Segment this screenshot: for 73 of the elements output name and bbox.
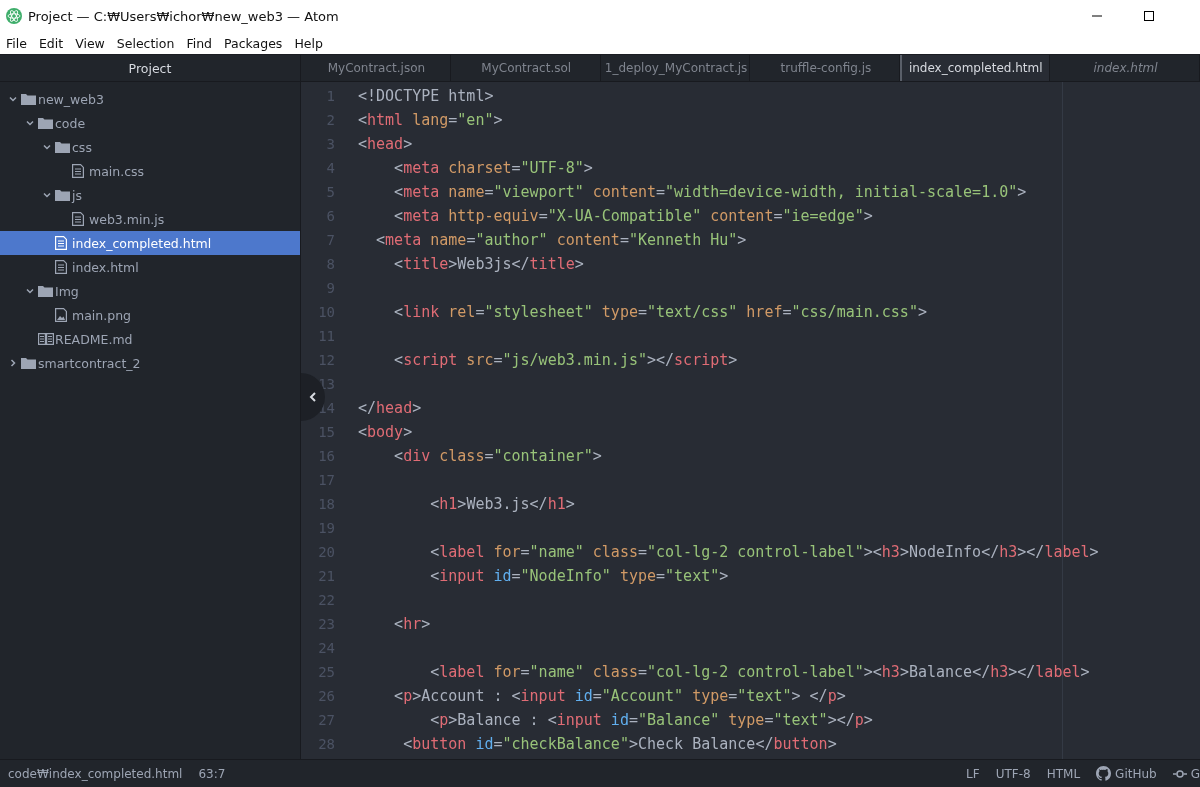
tree-item[interactable]: js: [0, 183, 300, 207]
code-line: </head>: [358, 398, 423, 419]
code-line: <head>: [358, 134, 414, 155]
menu-item[interactable]: Selection: [110, 35, 181, 51]
folder-icon: [21, 93, 36, 105]
file-icon: [72, 212, 84, 226]
folder-icon: [21, 357, 36, 369]
chevron-down-icon[interactable]: [41, 190, 52, 200]
tree-item[interactable]: README.md: [0, 327, 300, 351]
tree-item[interactable]: css: [0, 135, 300, 159]
tree-item[interactable]: index_completed.html: [0, 231, 300, 255]
octocat-icon: [1096, 766, 1112, 781]
editor-tab[interactable]: index_completed.html: [900, 55, 1051, 81]
code-line: <hr>: [393, 614, 432, 635]
menu-item[interactable]: View: [69, 35, 111, 51]
tree-item[interactable]: web3.min.js: [0, 207, 300, 231]
code-line: <meta http-equiv="X-UA-Compatible" content="ie=edge">: [393, 206, 874, 227]
folder-icon: [38, 285, 53, 297]
code-line: <input id="NodeInfo" type="text">: [429, 566, 730, 587]
file-icon: [72, 164, 84, 178]
code-line: <meta name="author" content="Kenneth Hu">: [375, 230, 748, 251]
menu-item[interactable]: Find: [180, 35, 219, 51]
code-line: <p>Account : <input id="Account" type="text"> </p>: [393, 686, 847, 707]
code-line: <button id="checkBalance">Check Balance</button>: [402, 734, 838, 755]
github-button[interactable]: GitHub: [1096, 766, 1157, 781]
menu-item[interactable]: Edit: [32, 35, 70, 51]
code-line: <meta charset="UTF-8">: [393, 158, 594, 179]
book-icon: [38, 333, 54, 345]
file-icon: [55, 260, 67, 274]
git-label: G: [1190, 766, 1200, 781]
file-icon: [55, 236, 67, 250]
github-label: GitHub: [1115, 766, 1157, 781]
code-line: <meta name="viewport" content="width=device-width, initial-scale=1.0">: [393, 182, 1028, 203]
chevron-down-icon[interactable]: [24, 118, 35, 128]
code-line: <title>Web3js</title>: [393, 254, 585, 275]
chevron-down-icon[interactable]: [7, 94, 18, 104]
menu-item[interactable]: Packages: [218, 35, 289, 51]
maximize-icon: [1143, 10, 1155, 22]
git-button[interactable]: G: [1172, 766, 1200, 781]
code-line: <html lang="en">: [358, 110, 504, 131]
encoding[interactable]: UTF-8: [995, 766, 1031, 781]
code-line: <p>Balance : <input id="Balance" type="text"></p>: [429, 710, 874, 731]
image-file-icon: [55, 308, 67, 322]
tree-item[interactable]: code: [0, 111, 300, 135]
window-title: Project — C:₩Users₩ichor₩new_web3 — Atom: [28, 8, 340, 24]
chevron-down-icon[interactable]: [24, 286, 35, 296]
atom-logo-icon: [6, 8, 22, 24]
code-line: <body>: [358, 422, 414, 443]
folder-icon: [38, 117, 53, 129]
cursor-position[interactable]: 63:7: [198, 766, 226, 781]
code-line: <!DOCTYPE html>: [358, 86, 495, 107]
line-ending[interactable]: LF: [966, 766, 980, 781]
code-line: <script src="js/web3.min.js"></script>: [393, 350, 739, 371]
git-commit-icon: [1172, 768, 1187, 779]
menu-item[interactable]: File: [0, 35, 33, 51]
panel-title: Project: [0, 55, 300, 82]
file-path[interactable]: code₩index_completed.html: [8, 766, 183, 781]
tree-item[interactable]: new_web3: [0, 87, 300, 111]
menu-item[interactable]: Help: [288, 35, 329, 51]
code-line: <label for="name" class="col-lg-2 control-label"><h3>Balance</h3></label>: [429, 662, 1091, 683]
code-line: <label for="name" class="col-lg-2 control-label"><h3>NodeInfo</h3></label>: [429, 542, 1099, 563]
grammar[interactable]: HTML: [1046, 766, 1081, 781]
tree-item[interactable]: main.png: [0, 303, 300, 327]
chevron-down-icon[interactable]: [41, 142, 52, 152]
tree-item[interactable]: Img: [0, 279, 300, 303]
folder-icon: [55, 141, 70, 153]
code-line: <div class="container">: [393, 446, 603, 467]
folder-icon: [55, 189, 70, 201]
tree-item[interactable]: smartcontract_2: [0, 351, 300, 375]
code-line: <h1>Web3.js</h1>: [429, 494, 576, 515]
tree-item[interactable]: index.html: [0, 255, 300, 279]
tree-item[interactable]: main.css: [0, 159, 300, 183]
code-line: <link rel="stylesheet" type="text/css" href="css/main.css">: [393, 302, 928, 323]
